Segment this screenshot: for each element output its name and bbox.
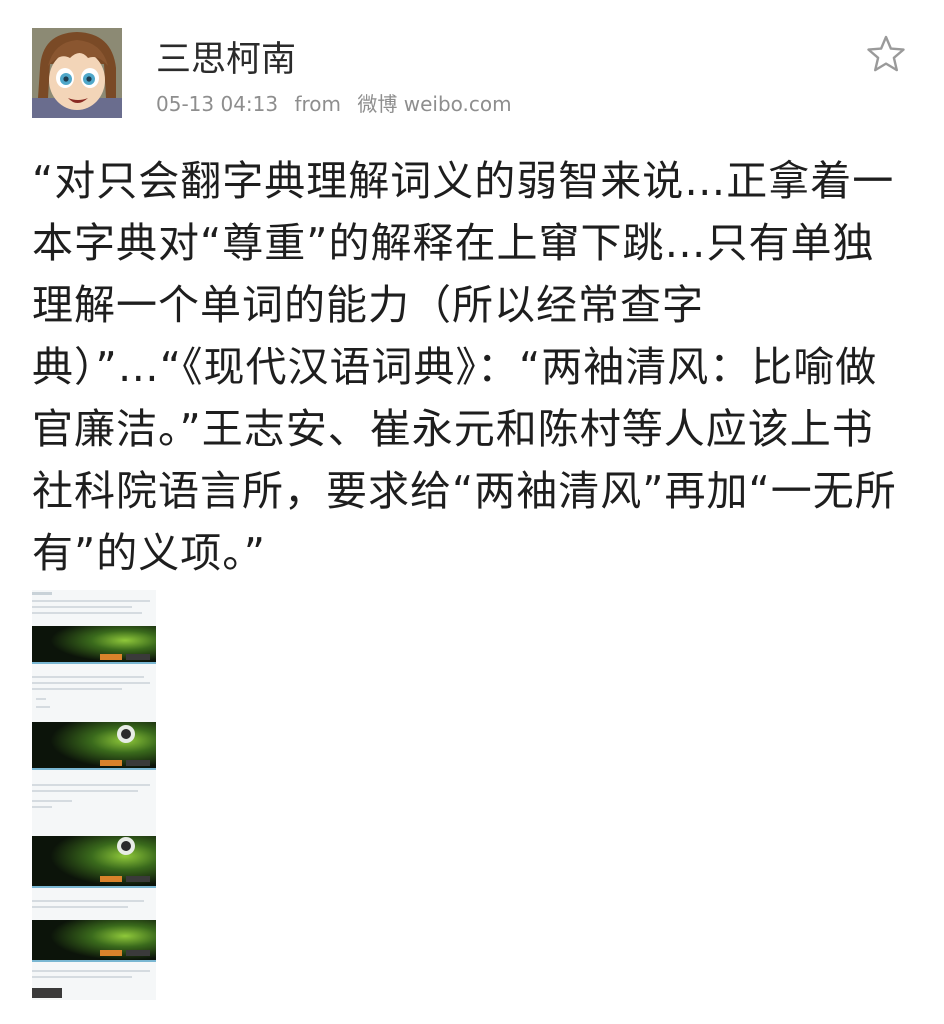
post-timestamp: 05-13 04:13 <box>156 92 279 116</box>
avatar-image <box>32 28 122 118</box>
post-meta: 05-13 04:13 from 微博 weibo.com <box>156 88 522 120</box>
from-label: from <box>294 92 342 116</box>
star-outline-icon[interactable] <box>864 32 908 76</box>
post-source[interactable]: 微博 weibo.com <box>357 92 511 116</box>
attached-long-image-thumbnail[interactable] <box>32 590 156 1000</box>
avatar[interactable] <box>32 28 122 118</box>
post-body-text: “对只会翻字典理解词义的弱智来说…正拿着一本字典对“尊重”的解释在上窜下跳…只有… <box>32 157 897 577</box>
thumbnail-image <box>32 590 156 1000</box>
username[interactable]: 三思柯南 <box>156 36 296 84</box>
